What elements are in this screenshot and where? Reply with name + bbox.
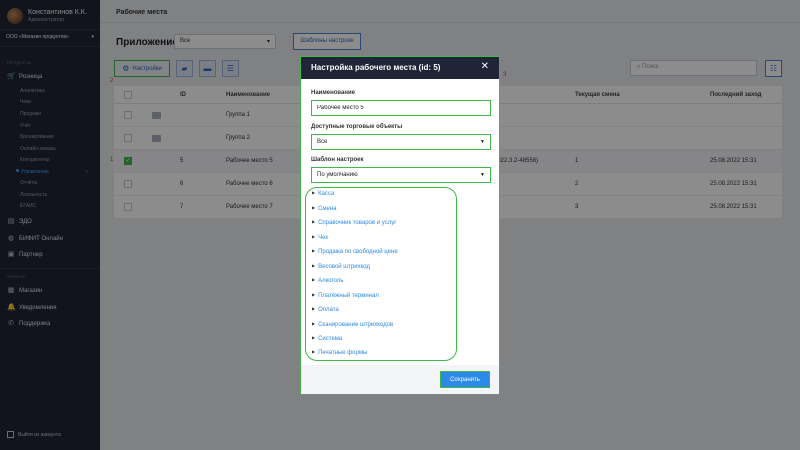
settings-sections: ▶ Касса ▶ Смена ▶ Справочник товаров и услу… (305, 187, 457, 361)
triangle-right-icon: ▶ (312, 263, 316, 268)
section-label: Печатные формы (318, 350, 368, 356)
section-shift[interactable]: ▶ Смена (312, 204, 337, 214)
objects-select-value: Все (317, 139, 328, 145)
triangle-right-icon: ▶ (312, 335, 316, 340)
save-button[interactable]: Сохранить (440, 371, 490, 388)
template-select-value: По умолчанию (317, 172, 358, 178)
section-cash-register[interactable]: ▶ Касса (312, 189, 334, 199)
modal-title: Настройка рабочего места (id: 5) (311, 63, 441, 72)
triangle-right-icon: ▶ (312, 349, 316, 354)
section-payment-terminal[interactable]: ▶ Платёжный терминал (312, 291, 379, 301)
triangle-right-icon: ▶ (312, 321, 316, 326)
section-weight-barcode[interactable]: ▶ Весовой штрихкод (312, 262, 370, 272)
modal-header: Настройка рабочего места (id: 5) ✕ (301, 57, 499, 79)
section-label: Весовой штрихкод (318, 264, 370, 270)
modal-footer: Сохранить (301, 365, 499, 394)
triangle-right-icon: ▶ (312, 190, 316, 195)
section-catalog[interactable]: ▶ Справочник товаров и услуг (312, 218, 396, 228)
section-label: Сканирование штрихкодов (318, 322, 394, 328)
triangle-right-icon: ▶ (312, 219, 316, 224)
section-label: Касса (318, 191, 335, 197)
section-label: Система (318, 336, 343, 342)
section-label: Смена (318, 206, 337, 212)
chevron-down-icon: ▼ (480, 172, 485, 178)
workplace-settings-modal: Настройка рабочего места (id: 5) ✕ Наиме… (300, 56, 500, 394)
section-system[interactable]: ▶ Система (312, 334, 342, 344)
section-label: Оплата (318, 307, 339, 313)
triangle-right-icon: ▶ (312, 234, 316, 239)
triangle-right-icon: ▶ (312, 248, 316, 253)
name-field[interactable] (311, 100, 491, 116)
section-label: Продажа по свободной цене (318, 249, 398, 255)
chevron-down-icon: ▼ (480, 139, 485, 145)
close-icon[interactable]: ✕ (481, 61, 489, 72)
section-label: Платёжный терминал (318, 293, 379, 299)
objects-select[interactable]: Все ▼ (311, 134, 491, 150)
objects-label: Доступные торговые объекты (311, 124, 403, 130)
template-select[interactable]: По умолчанию ▼ (311, 167, 491, 183)
triangle-right-icon: ▶ (312, 277, 316, 282)
name-label: Наименование (311, 90, 356, 96)
template-label: Шаблон настроек (311, 157, 364, 163)
section-label: Чек (318, 235, 329, 241)
section-free-price[interactable]: ▶ Продажа по свободной цене (312, 247, 398, 257)
section-label: Алкоголь (318, 278, 344, 284)
section-barcode-scanning[interactable]: ▶ Сканирование штрихкодов (312, 320, 393, 330)
triangle-right-icon: ▶ (312, 306, 316, 311)
section-print-forms[interactable]: ▶ Печатные формы (312, 348, 367, 358)
section-alcohol[interactable]: ▶ Алкоголь (312, 276, 344, 286)
triangle-right-icon: ▶ (312, 292, 316, 297)
section-label: Справочник товаров и услуг (318, 220, 397, 226)
triangle-right-icon: ▶ (312, 205, 316, 210)
section-receipt[interactable]: ▶ Чек (312, 233, 328, 243)
section-payment[interactable]: ▶ Оплата (312, 305, 339, 315)
